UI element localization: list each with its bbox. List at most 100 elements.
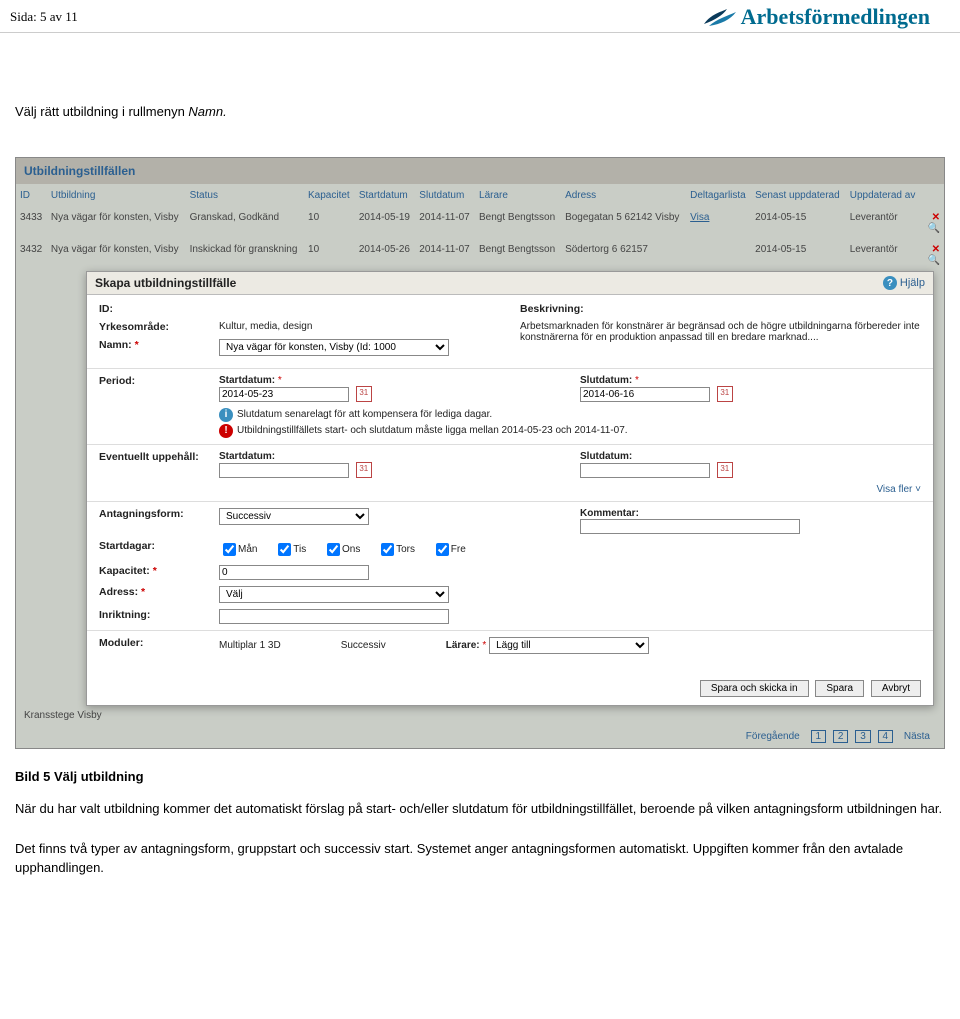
lbl-yrkesomrade: Yrkesområde:: [99, 321, 219, 333]
inriktning-input[interactable]: [219, 609, 449, 624]
lbl-antagningsform: Antagningsform:: [99, 508, 219, 520]
magnify-icon[interactable]: 🔍: [928, 255, 940, 266]
col-status[interactable]: Status: [186, 184, 304, 207]
bg-id: 3391: [0, 590, 4, 601]
col-id[interactable]: ID: [16, 184, 47, 207]
cell-id[interactable]: 3432: [16, 239, 47, 271]
kapacitet-input[interactable]: [219, 565, 369, 580]
cell-start: 2014-05-19: [355, 207, 415, 239]
modul-name: Multiplar 1 3D: [219, 640, 281, 651]
cell-larare: Bengt Bengtsson: [475, 239, 561, 271]
col-utbildning[interactable]: Utbildning: [47, 184, 186, 207]
modal-title-text: Skapa utbildningstillfälle: [95, 276, 236, 290]
bg-id: 3330: [0, 645, 4, 656]
save-button[interactable]: Spara: [815, 680, 864, 697]
delete-icon[interactable]: ✕: [932, 244, 940, 255]
larare-select[interactable]: Lägg till: [489, 637, 649, 654]
col-uppdaterad-av[interactable]: Uppdaterad av: [846, 184, 921, 207]
cell-id[interactable]: 3433: [16, 207, 47, 239]
pager-page[interactable]: 2: [833, 730, 849, 743]
antagningsform-select[interactable]: Successiv: [219, 508, 369, 525]
cell-kap: 10: [304, 207, 355, 239]
cell-utb: Nya vägar för konsten, Visby: [47, 239, 186, 271]
col-startdatum[interactable]: Startdatum: [355, 184, 415, 207]
cell-larare: Bengt Bengtsson: [475, 207, 561, 239]
bg-id: 3410: [0, 480, 4, 491]
calendar-icon[interactable]: 31: [356, 462, 372, 478]
magnify-icon[interactable]: 🔍: [928, 223, 940, 234]
help-icon: ?: [883, 276, 897, 290]
bg-id: 3411: [0, 425, 4, 436]
chk-tis[interactable]: Tis: [274, 544, 306, 555]
namn-select[interactable]: Nya vägar för konsten, Visby (Id: 1000: [219, 339, 449, 356]
val-beskrivning: Arbetsmarknaden för konstnärer är begrän…: [520, 321, 921, 343]
bg-id: 3311: [0, 700, 4, 711]
lbl-kommentar: Kommentar:: [580, 508, 639, 519]
pager-page[interactable]: 3: [855, 730, 871, 743]
pager-prev[interactable]: Föregående: [742, 731, 804, 742]
modul-antagning: Successiv: [341, 640, 386, 651]
info-icon: i: [219, 408, 233, 422]
lbl-moduler: Moduler:: [99, 637, 219, 649]
startdagar-checkboxes: Mån Tis Ons Tors Fre: [219, 540, 921, 559]
calendar-icon[interactable]: 31: [356, 386, 372, 402]
list-title: Utbildningstillfällen: [16, 158, 944, 184]
page-marker: Sida: 5 av 11: [10, 9, 78, 25]
col-adress[interactable]: Adress: [561, 184, 686, 207]
screenshot-panel: Utbildningstillfällen ID Utbildning Stat…: [15, 157, 945, 749]
visa-link[interactable]: Visa: [690, 212, 709, 223]
visa-fler-link[interactable]: Visa fler ˅: [580, 484, 921, 495]
col-larare[interactable]: Lärare: [475, 184, 561, 207]
intro-prefix: Välj rätt utbildning i rullmenyn: [15, 104, 188, 119]
brand-text: Arbetsförmedlingen: [741, 4, 930, 30]
occasions-table: ID Utbildning Status Kapacitet Startdatu…: [16, 184, 944, 271]
cell-kap: 10: [304, 239, 355, 271]
bg-id: 3392: [0, 535, 4, 546]
lbl-adress: Adress: *: [99, 586, 219, 598]
val-yrkesomrade: Kultur, media, design: [219, 321, 500, 332]
period-slut-input[interactable]: [580, 387, 710, 402]
help-label: Hjälp: [900, 277, 925, 289]
lbl-startdatum: Startdatum:: [219, 375, 275, 386]
pager-page[interactable]: 4: [878, 730, 894, 743]
cell-upd: 2014-05-15: [751, 207, 846, 239]
table-row: 3432 Nya vägar för konsten, Visby Inskic…: [16, 239, 944, 271]
chk-man[interactable]: Mån: [219, 544, 257, 555]
kommentar-input[interactable]: [580, 519, 800, 534]
lbl-period: Period:: [99, 375, 219, 387]
calendar-icon[interactable]: 31: [717, 462, 733, 478]
col-slutdatum[interactable]: Slutdatum: [415, 184, 475, 207]
chk-ons[interactable]: Ons: [323, 544, 360, 555]
logo-swoosh-icon: [703, 6, 737, 28]
save-send-button[interactable]: Spara och skicka in: [700, 680, 809, 697]
lbl-larare: Lärare:: [446, 640, 480, 651]
col-deltagarlista[interactable]: Deltagarlista: [686, 184, 751, 207]
cell-slut: 2014-11-07: [415, 207, 475, 239]
calendar-icon[interactable]: 31: [717, 386, 733, 402]
chk-tors[interactable]: Tors: [377, 544, 415, 555]
lbl-startdagar: Startdagar:: [99, 540, 219, 552]
period-start-input[interactable]: [219, 387, 349, 402]
cell-status: Granskad, Godkänd: [186, 207, 304, 239]
explain-paragraph-1: När du har valt utbildning kommer det au…: [0, 799, 960, 839]
adress-select[interactable]: Välj: [219, 586, 449, 603]
uppehall-start-input[interactable]: [219, 463, 349, 478]
lbl-kapacitet: Kapacitet: *: [99, 565, 219, 577]
lbl-beskrivning: Beskrivning:: [520, 303, 640, 315]
chk-fre[interactable]: Fre: [432, 544, 466, 555]
pager-next[interactable]: Nästa: [900, 731, 934, 742]
col-kapacitet[interactable]: Kapacitet: [304, 184, 355, 207]
table-row: 3433 Nya vägar för konsten, Visby Gransk…: [16, 207, 944, 239]
help-link[interactable]: ? Hjälp: [883, 276, 925, 290]
brand-logo: Arbetsförmedlingen: [703, 4, 930, 30]
uppehall-slut-input[interactable]: [580, 463, 710, 478]
cancel-button[interactable]: Avbryt: [871, 680, 921, 697]
pager: Föregående 1 2 3 4 Nästa: [16, 725, 944, 748]
bg-id: 3431: [0, 315, 4, 326]
cell-adress: Bogegatan 5 62142 Visby: [561, 207, 686, 239]
warn-note: !Utbildningstillfällets start- och slutd…: [219, 424, 921, 438]
delete-icon[interactable]: ✕: [932, 212, 940, 223]
cell-slut: 2014-11-07: [415, 239, 475, 271]
pager-page[interactable]: 1: [811, 730, 827, 743]
col-senast-uppdaterad[interactable]: Senast uppdaterad: [751, 184, 846, 207]
